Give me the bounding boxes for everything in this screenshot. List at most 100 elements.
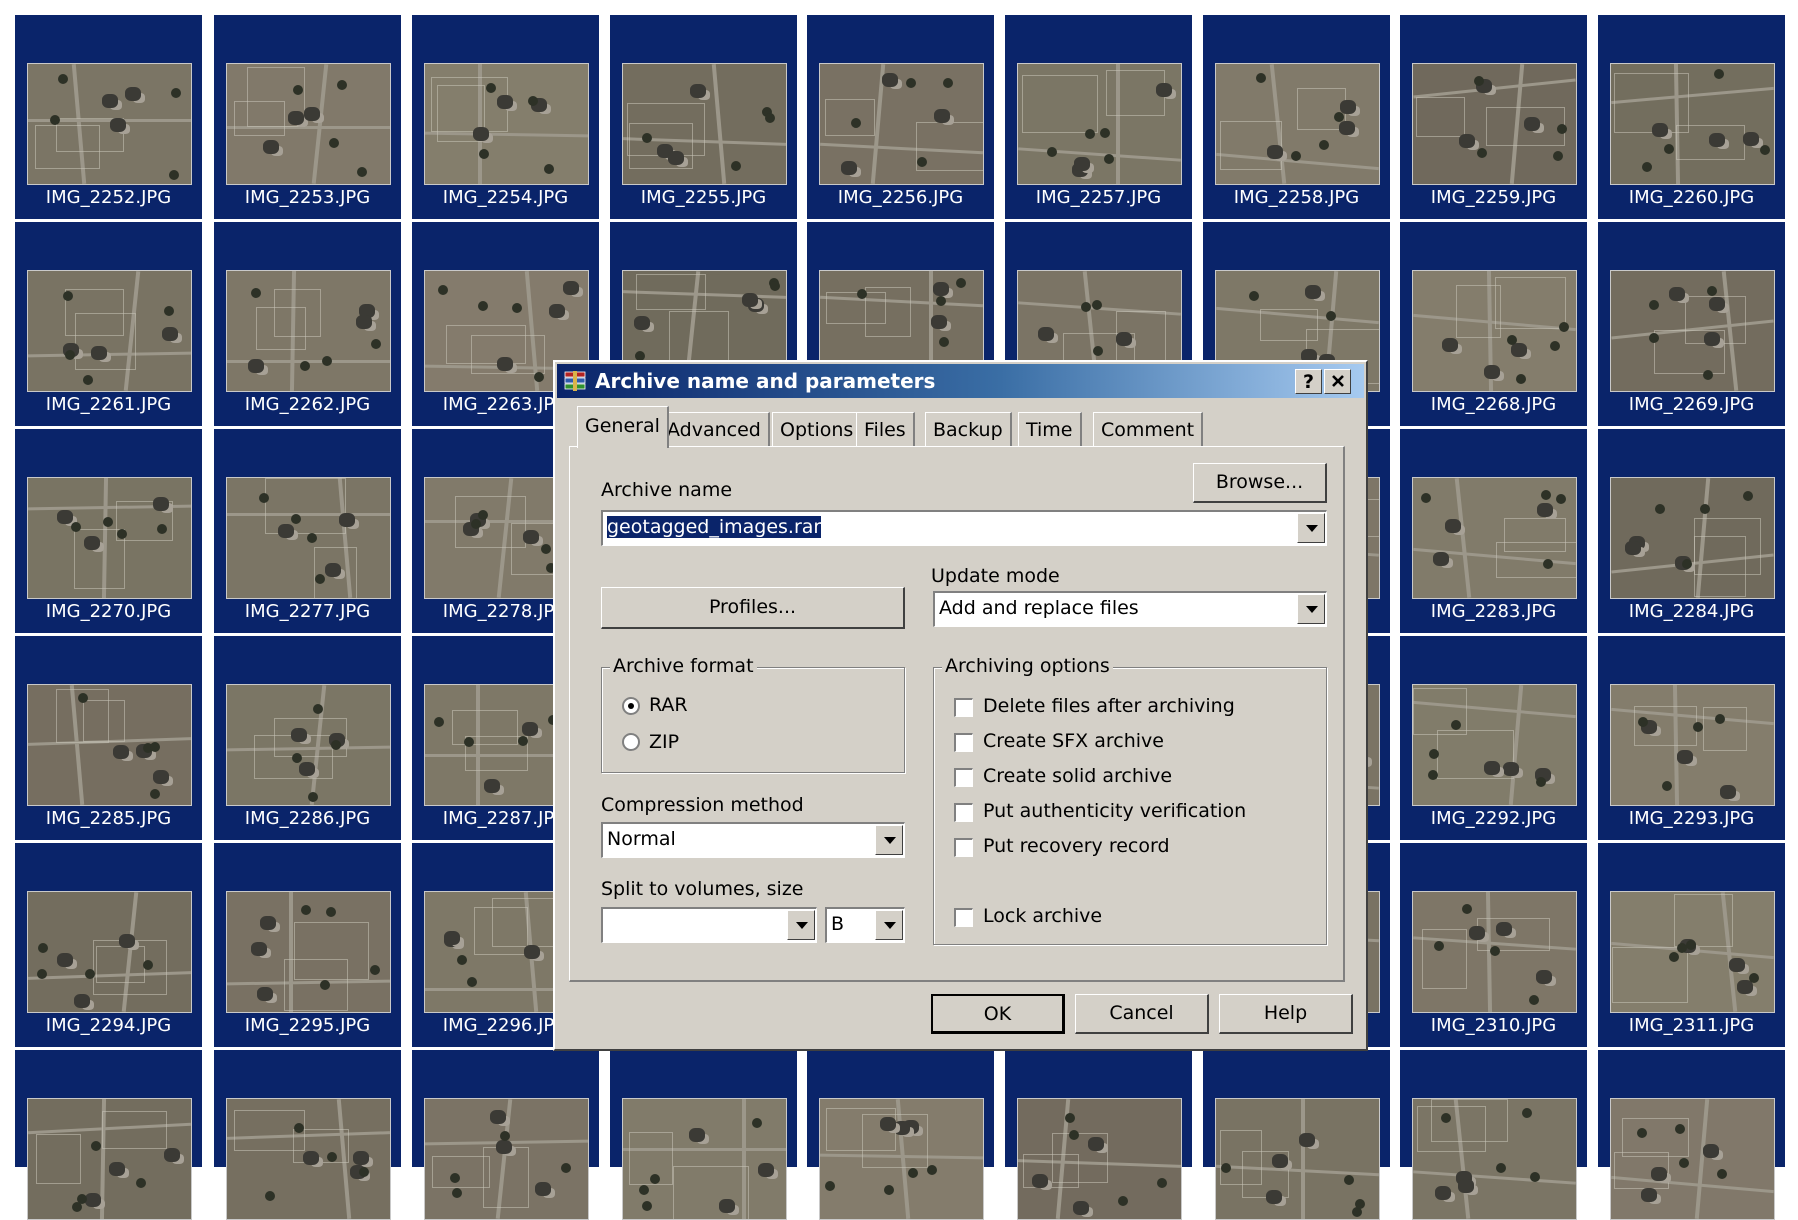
- archive-name-label: Archive name: [601, 479, 733, 501]
- thumbnail-item[interactable]: [1400, 1050, 1587, 1220]
- tab-time[interactable]: Time: [1018, 412, 1082, 446]
- thumbnail-image: [1610, 891, 1775, 1013]
- thumbnail-item[interactable]: IMG_2258.JPG: [1203, 15, 1390, 219]
- checkbox-create-sfx-label: Create SFX archive: [983, 730, 1164, 752]
- thumbnail-item[interactable]: IMG_2262.JPG: [214, 222, 401, 426]
- split-volumes-size-input[interactable]: [601, 907, 817, 943]
- thumbnail-item[interactable]: IMG_2294.JPG: [15, 843, 202, 1047]
- update-mode-value: Add and replace files: [939, 597, 1139, 619]
- checkbox-recovery-record[interactable]: [954, 838, 973, 857]
- thumbnail-item[interactable]: IMG_2254.JPG: [412, 15, 599, 219]
- thumbnail-item[interactable]: IMG_2261.JPG: [15, 222, 202, 426]
- thumbnail-item[interactable]: [610, 1050, 797, 1220]
- thumbnail-item[interactable]: IMG_2283.JPG: [1400, 429, 1587, 633]
- ok-button[interactable]: OK: [931, 994, 1065, 1034]
- thumbnail-image: [1215, 1098, 1380, 1220]
- thumbnail-item[interactable]: [807, 1050, 994, 1220]
- thumbnail-image: [1610, 477, 1775, 599]
- thumbnail-item[interactable]: IMG_2295.JPG: [214, 843, 401, 1047]
- thumbnail-image: [1412, 270, 1577, 392]
- thumbnail-item[interactable]: [1005, 1050, 1192, 1220]
- thumbnail-image: [226, 1098, 391, 1220]
- archive-name-input[interactable]: geotagged_images.rar: [601, 510, 1327, 546]
- tab-options[interactable]: Options: [772, 412, 863, 446]
- checkbox-authenticity[interactable]: [954, 803, 973, 822]
- close-title-button[interactable]: [1324, 369, 1351, 394]
- archive-format-label: Archive format: [610, 655, 757, 677]
- thumbnail-caption: IMG_2261.JPG: [45, 394, 172, 415]
- thumbnail-item[interactable]: [15, 1050, 202, 1220]
- compression-method-value: Normal: [607, 828, 676, 850]
- thumbnail-item[interactable]: IMG_2252.JPG: [15, 15, 202, 219]
- thumbnail-item[interactable]: [1598, 1050, 1785, 1220]
- tab-comment[interactable]: Comment: [1093, 412, 1204, 446]
- split-volumes-unit-value: B: [831, 913, 845, 935]
- split-volumes-label: Split to volumes, size: [601, 878, 804, 900]
- checkbox-create-sfx[interactable]: [954, 733, 973, 752]
- thumbnail-item[interactable]: [1203, 1050, 1390, 1220]
- thumbnail-image: [1610, 684, 1775, 806]
- thumbnail-item[interactable]: IMG_2284.JPG: [1598, 429, 1785, 633]
- thumbnail-item[interactable]: IMG_2259.JPG: [1400, 15, 1587, 219]
- thumbnail-item[interactable]: IMG_2257.JPG: [1005, 15, 1192, 219]
- profiles-button[interactable]: Profiles...: [601, 587, 905, 629]
- radio-rar[interactable]: [622, 697, 640, 715]
- checkbox-delete-files[interactable]: [954, 698, 973, 717]
- thumbnail-image: [1610, 1098, 1775, 1220]
- thumbnail-item[interactable]: IMG_2311.JPG: [1598, 843, 1785, 1047]
- thumbnail-caption: IMG_2310.JPG: [1430, 1015, 1557, 1036]
- cancel-button[interactable]: Cancel: [1075, 994, 1209, 1034]
- thumbnail-image: [1412, 63, 1577, 185]
- thumbnail-item[interactable]: IMG_2260.JPG: [1598, 15, 1785, 219]
- thumbnail-caption: IMG_2283.JPG: [1430, 601, 1557, 622]
- radio-zip[interactable]: [622, 733, 640, 751]
- thumbnail-item[interactable]: IMG_2255.JPG: [610, 15, 797, 219]
- help-button[interactable]: Help: [1219, 994, 1353, 1034]
- thumbnail-caption: IMG_2257.JPG: [1035, 187, 1162, 208]
- thumbnail-item[interactable]: IMG_2292.JPG: [1400, 636, 1587, 840]
- thumbnail-item[interactable]: IMG_2269.JPG: [1598, 222, 1785, 426]
- thumbnail-item[interactable]: IMG_2277.JPG: [214, 429, 401, 633]
- thumbnail-image: [819, 1098, 984, 1220]
- chevron-down-icon[interactable]: [1297, 513, 1325, 543]
- dialog-titlebar[interactable]: Archive name and parameters ?: [557, 364, 1364, 398]
- archive-name-value: geotagged_images.rar: [605, 515, 823, 539]
- chevron-down-icon[interactable]: [875, 910, 903, 940]
- thumbnail-image: [1017, 63, 1182, 185]
- checkbox-solid-archive-label: Create solid archive: [983, 765, 1173, 787]
- tab-advanced[interactable]: Advanced: [659, 412, 770, 446]
- thumbnail-image: [226, 63, 391, 185]
- thumbnail-image: [226, 891, 391, 1013]
- update-mode-label: Update mode: [931, 565, 1060, 587]
- thumbnail-item[interactable]: IMG_2270.JPG: [15, 429, 202, 633]
- thumbnail-caption: IMG_2294.JPG: [45, 1015, 172, 1036]
- update-mode-select[interactable]: Add and replace files: [933, 591, 1327, 627]
- tab-files[interactable]: Files: [856, 412, 915, 446]
- thumbnail-item[interactable]: IMG_2293.JPG: [1598, 636, 1785, 840]
- thumbnail-caption: IMG_2252.JPG: [45, 187, 172, 208]
- thumbnail-item[interactable]: IMG_2253.JPG: [214, 15, 401, 219]
- browse-button[interactable]: Browse...: [1193, 463, 1327, 503]
- checkbox-solid-archive[interactable]: [954, 768, 973, 787]
- chevron-down-icon[interactable]: [787, 910, 815, 940]
- thumbnail-item[interactable]: [412, 1050, 599, 1220]
- thumbnail-item[interactable]: IMG_2285.JPG: [15, 636, 202, 840]
- radio-rar-label: RAR: [649, 694, 688, 716]
- thumbnail-caption: IMG_2260.JPG: [1628, 187, 1755, 208]
- thumbnail-caption: IMG_2253.JPG: [244, 187, 371, 208]
- thumbnail-item[interactable]: IMG_2310.JPG: [1400, 843, 1587, 1047]
- help-title-button[interactable]: ?: [1295, 369, 1322, 394]
- thumbnail-item[interactable]: IMG_2268.JPG: [1400, 222, 1587, 426]
- tab-backup[interactable]: Backup: [925, 412, 1012, 446]
- thumbnail-item[interactable]: [214, 1050, 401, 1220]
- compression-method-select[interactable]: Normal: [601, 822, 905, 858]
- chevron-down-icon[interactable]: [875, 825, 903, 855]
- thumbnail-item[interactable]: IMG_2286.JPG: [214, 636, 401, 840]
- thumbnail-image: [27, 891, 192, 1013]
- chevron-down-icon[interactable]: [1297, 594, 1325, 624]
- thumbnail-image: [1412, 1098, 1577, 1220]
- split-volumes-unit-select[interactable]: B: [825, 907, 905, 943]
- checkbox-lock-archive[interactable]: [954, 908, 973, 927]
- thumbnail-item[interactable]: IMG_2256.JPG: [807, 15, 994, 219]
- tab-general[interactable]: General: [577, 406, 669, 448]
